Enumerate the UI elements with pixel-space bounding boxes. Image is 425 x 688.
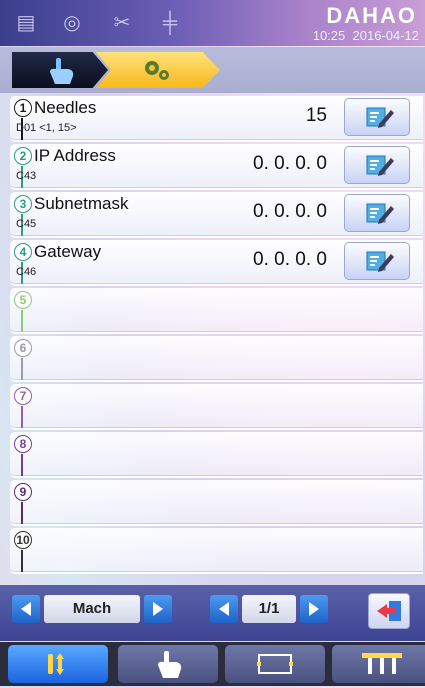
param-value: 15 — [305, 105, 327, 126]
param-label: IP Address — [34, 146, 116, 165]
dock-needle-button[interactable] — [8, 645, 108, 683]
row-number-badge: 6 — [14, 339, 32, 357]
date: 2016-04-12 — [352, 28, 420, 43]
status-bar: ▤ ◎ ✂ ╪ DAHAO 10:25 2016-04-12 — [0, 0, 425, 46]
row-marker-line — [21, 310, 23, 332]
bobbin-icon: ◎ — [63, 12, 81, 34]
param-value: 0. 0. 0. 0 — [253, 153, 327, 174]
dock-frame-button[interactable] — [225, 645, 325, 683]
edit-icon — [366, 251, 394, 272]
time: 10:25 — [312, 28, 346, 43]
needles-icon — [362, 653, 402, 674]
dock-manual-button[interactable] — [118, 645, 218, 683]
edit-button[interactable] — [344, 146, 410, 184]
triangle-right-icon — [309, 602, 319, 616]
tab-settings[interactable] — [96, 52, 220, 88]
needle-updown-icon — [48, 653, 64, 675]
hand-touch-icon — [158, 651, 182, 678]
param-value: 0. 0. 0. 0 — [253, 201, 327, 222]
tab-manual[interactable] — [12, 52, 108, 88]
row-number-badge: 8 — [14, 435, 32, 453]
param-row[interactable]: 3 Subnetmask C45 0. 0. 0. 0 — [10, 192, 423, 238]
row-marker-line — [21, 454, 23, 476]
param-row: 8 — [10, 432, 423, 478]
param-code: C43 — [16, 170, 37, 182]
edit-icon — [366, 107, 394, 128]
exit-icon — [377, 601, 401, 621]
gear-icon — [145, 61, 169, 80]
row-number-badge: 9 — [14, 483, 32, 501]
tab-bar — [0, 47, 425, 93]
param-code: C46 — [16, 266, 37, 278]
main-dock — [0, 642, 425, 686]
edit-button[interactable] — [344, 98, 410, 136]
frame-icon — [257, 654, 293, 674]
row-number-badge: 2 — [14, 147, 32, 165]
param-label: Needles — [34, 98, 97, 117]
row-number-badge: 4 — [14, 243, 32, 261]
brand-logo: DAHAO — [326, 3, 417, 28]
param-label: Subnetmask — [34, 194, 129, 213]
dock-needles-button[interactable] — [332, 645, 425, 683]
param-value: 0. 0. 0. 0 — [253, 249, 327, 270]
row-marker-line — [21, 358, 23, 380]
param-row: 7 — [10, 384, 423, 430]
datetime: 10:25 2016-04-12 — [313, 28, 419, 43]
param-row: 5 — [10, 288, 423, 334]
thread-cut-icon: ✂ — [113, 12, 131, 34]
row-marker-line — [21, 406, 23, 428]
triangle-left-icon — [219, 602, 229, 616]
triangle-left-icon — [21, 602, 31, 616]
page-prev-button[interactable] — [210, 595, 238, 623]
edit-button[interactable] — [344, 242, 410, 280]
param-code: D01 <1, 15> — [16, 122, 77, 134]
row-number-badge: 7 — [14, 387, 32, 405]
page-navigation-bar: Mach 1/1 — [0, 585, 425, 641]
param-row[interactable]: 2 IP Address C43 0. 0. 0. 0 — [10, 144, 423, 190]
hand-icon — [50, 58, 74, 84]
row-number-badge: 3 — [14, 195, 32, 213]
row-marker-line — [21, 550, 23, 572]
param-row[interactable]: 4 Gateway C46 0. 0. 0. 0 — [10, 240, 423, 286]
param-label: Gateway — [34, 242, 102, 261]
category-prev-button[interactable] — [12, 595, 40, 623]
param-row: 9 — [10, 480, 423, 526]
exit-button[interactable] — [368, 593, 410, 629]
page-next-button[interactable] — [300, 595, 328, 623]
param-row: 6 — [10, 336, 423, 382]
row-marker-line — [21, 502, 23, 524]
category-next-button[interactable] — [144, 595, 172, 623]
row-number-badge: 10 — [14, 531, 32, 549]
machine-icon: ▤ — [16, 12, 36, 34]
edit-icon — [366, 203, 394, 224]
category-label: Mach — [44, 595, 140, 623]
row-number-badge: 1 — [14, 99, 32, 117]
edit-icon — [366, 155, 394, 176]
param-code: C45 — [16, 218, 37, 230]
page-indicator: 1/1 — [242, 595, 296, 623]
needle-bar-icon: ╪ — [162, 12, 178, 34]
param-row[interactable]: 1 Needles D01 <1, 15> 15 — [10, 96, 423, 142]
triangle-right-icon — [153, 602, 163, 616]
param-row: 10 — [10, 528, 423, 574]
row-number-badge: 5 — [14, 291, 32, 309]
edit-button[interactable] — [344, 194, 410, 232]
